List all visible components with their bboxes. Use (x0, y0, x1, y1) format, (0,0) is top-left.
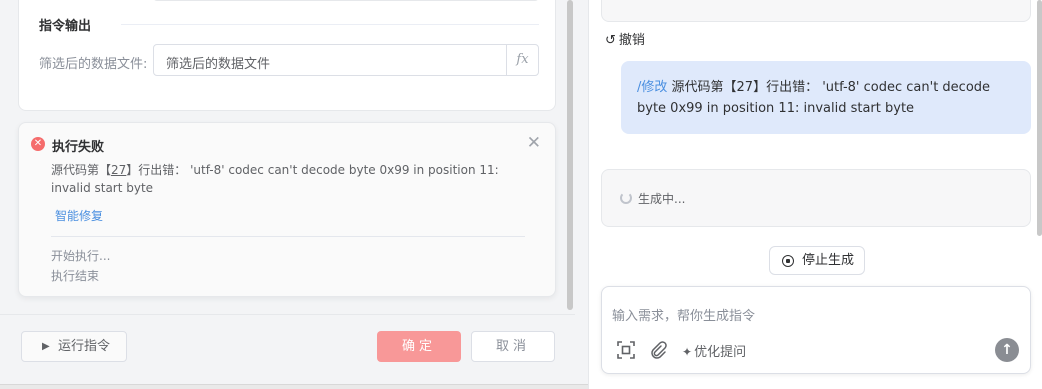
previous-field (153, 0, 539, 1)
error-message-prefix: 源代码第【 (51, 163, 112, 177)
paperclip-icon[interactable] (648, 340, 668, 360)
user-message-body: 源代码第【27】行出错： 'utf-8' codec can't decode … (637, 80, 991, 116)
error-circle-icon: ✕ (31, 137, 45, 151)
run-label: 运行指令 (58, 339, 111, 354)
stop-generation-button[interactable]: 停止生成 (769, 246, 865, 275)
scrollbar-thumb[interactable] (567, 0, 573, 310)
error-message: 源代码第【27】行出错： 'utf-8' codec can't decode … (51, 161, 531, 197)
sparkle-icon: ✦ (682, 345, 693, 359)
prompt-input-box: ✦优化提问 ↑ (601, 286, 1031, 374)
ai-assistant-panel: ↺ 撤销 /修改 源代码第【27】行出错： 'utf-8' codec can't… (588, 0, 1042, 389)
undo-button[interactable]: ↺ 撤销 (605, 29, 645, 48)
scrollbar-thumb[interactable] (1037, 0, 1042, 236)
error-card: ✕ 执行失败 ✕ 源代码第【27】行出错： 'utf-8' codec can'… (18, 122, 556, 297)
cancel-button[interactable]: 取消 (471, 331, 555, 362)
optimize-question-button[interactable]: ✦ 优化提问 (682, 341, 746, 360)
user-message-text: /修改 源代码第【27】行出错： 'utf-8' codec can't dec… (637, 77, 1023, 119)
close-icon[interactable]: ✕ (527, 133, 541, 153)
fx-button[interactable]: fx (506, 45, 538, 75)
instruction-editor-panel: 指令输出 筛选后的数据文件: 筛选后的数据文件 fx ✕ 执行失败 ✕ 源代码第… (0, 0, 588, 389)
prompt-input[interactable] (612, 305, 1012, 327)
send-arrow-icon[interactable]: ↑ (995, 338, 1019, 362)
error-line-link[interactable]: 27 (111, 163, 126, 177)
undo-label: 撤销 (618, 33, 645, 48)
optimize-label: 优化提问 (694, 345, 747, 360)
section-divider (121, 24, 539, 25)
run-instruction-button[interactable]: ▶ 运行指令 (21, 331, 127, 362)
confirm-button[interactable]: 确定 (377, 331, 461, 362)
screenshot-icon[interactable] (616, 340, 636, 360)
section-title: 指令输出 (39, 19, 92, 34)
editor-footer: ▶ 运行指令 确定 取消 (0, 314, 575, 389)
command-tag: /修改 (637, 80, 668, 95)
stop-circle-icon (782, 255, 794, 267)
spinner-icon (620, 192, 632, 204)
output-file-value: 筛选后的数据文件 (166, 57, 271, 72)
right-scrollbar[interactable] (1037, 0, 1042, 389)
output-file-input[interactable]: 筛选后的数据文件 fx (153, 44, 539, 76)
log-divider (51, 236, 525, 237)
log-line: 执行结束 (51, 269, 100, 283)
generating-bubble: 生成中... (601, 169, 1031, 227)
editor-scroll-area: 指令输出 筛选后的数据文件: 筛选后的数据文件 fx ✕ 执行失败 ✕ 源代码第… (0, 0, 566, 310)
output-config-card: 指令输出 筛选后的数据文件: 筛选后的数据文件 fx (18, 0, 556, 111)
stop-label: 停止生成 (802, 253, 855, 268)
generating-label: 生成中... (638, 192, 686, 206)
previous-message-bubble (601, 0, 1031, 22)
error-title: 执行失败 (52, 140, 105, 155)
log-line: 开始执行... (51, 249, 111, 263)
user-message-bubble: /修改 源代码第【27】行出错： 'utf-8' codec can't dec… (621, 61, 1031, 134)
play-icon: ▶ (42, 341, 50, 352)
window-bottom-edge (0, 384, 588, 389)
left-scrollbar[interactable] (567, 0, 573, 310)
smart-fix-link[interactable]: 智能修复 (55, 207, 103, 224)
output-field-label: 筛选后的数据文件: (39, 57, 148, 72)
undo-icon: ↺ (605, 33, 616, 48)
